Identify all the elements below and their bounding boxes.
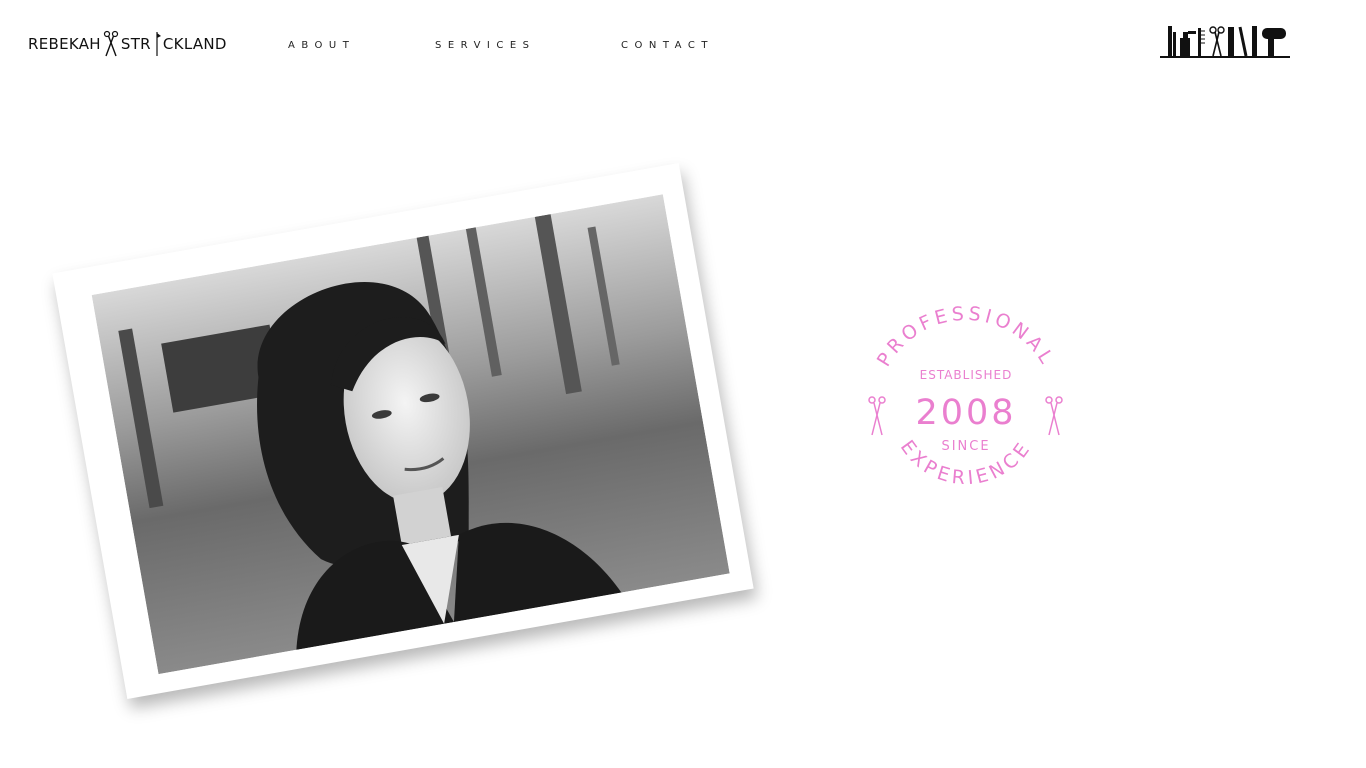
logo-text-tail: CKLAND xyxy=(162,35,227,53)
badge-top-arc: PROFESSIONAL xyxy=(873,303,1059,371)
logo-text-last: STR xyxy=(120,35,151,53)
badge-year: 2008 xyxy=(915,393,1016,433)
nav-services[interactable]: SERVICES xyxy=(435,40,536,51)
scissors-icon xyxy=(1045,396,1063,436)
badge-since: SINCE xyxy=(941,439,990,454)
stylist-photo-frame xyxy=(52,163,754,699)
nav-about[interactable]: ABOUT xyxy=(288,40,355,51)
site-logo[interactable]: REBEKAH STR CKLAND xyxy=(28,30,227,58)
stylist-portrait xyxy=(91,194,730,675)
nav-contact[interactable]: CONTACT xyxy=(621,40,714,51)
comb-icon xyxy=(156,32,161,56)
scissors-icon xyxy=(103,30,118,57)
established-badge: PROFESSIONAL EXPERIENCE ESTABLISHED 2008… xyxy=(868,303,1063,489)
scissors-icon xyxy=(868,396,886,436)
logo-text-first: REBEKAH xyxy=(28,35,101,53)
salon-tools-icon xyxy=(1160,26,1290,58)
badge-established: ESTABLISHED xyxy=(920,368,1013,382)
